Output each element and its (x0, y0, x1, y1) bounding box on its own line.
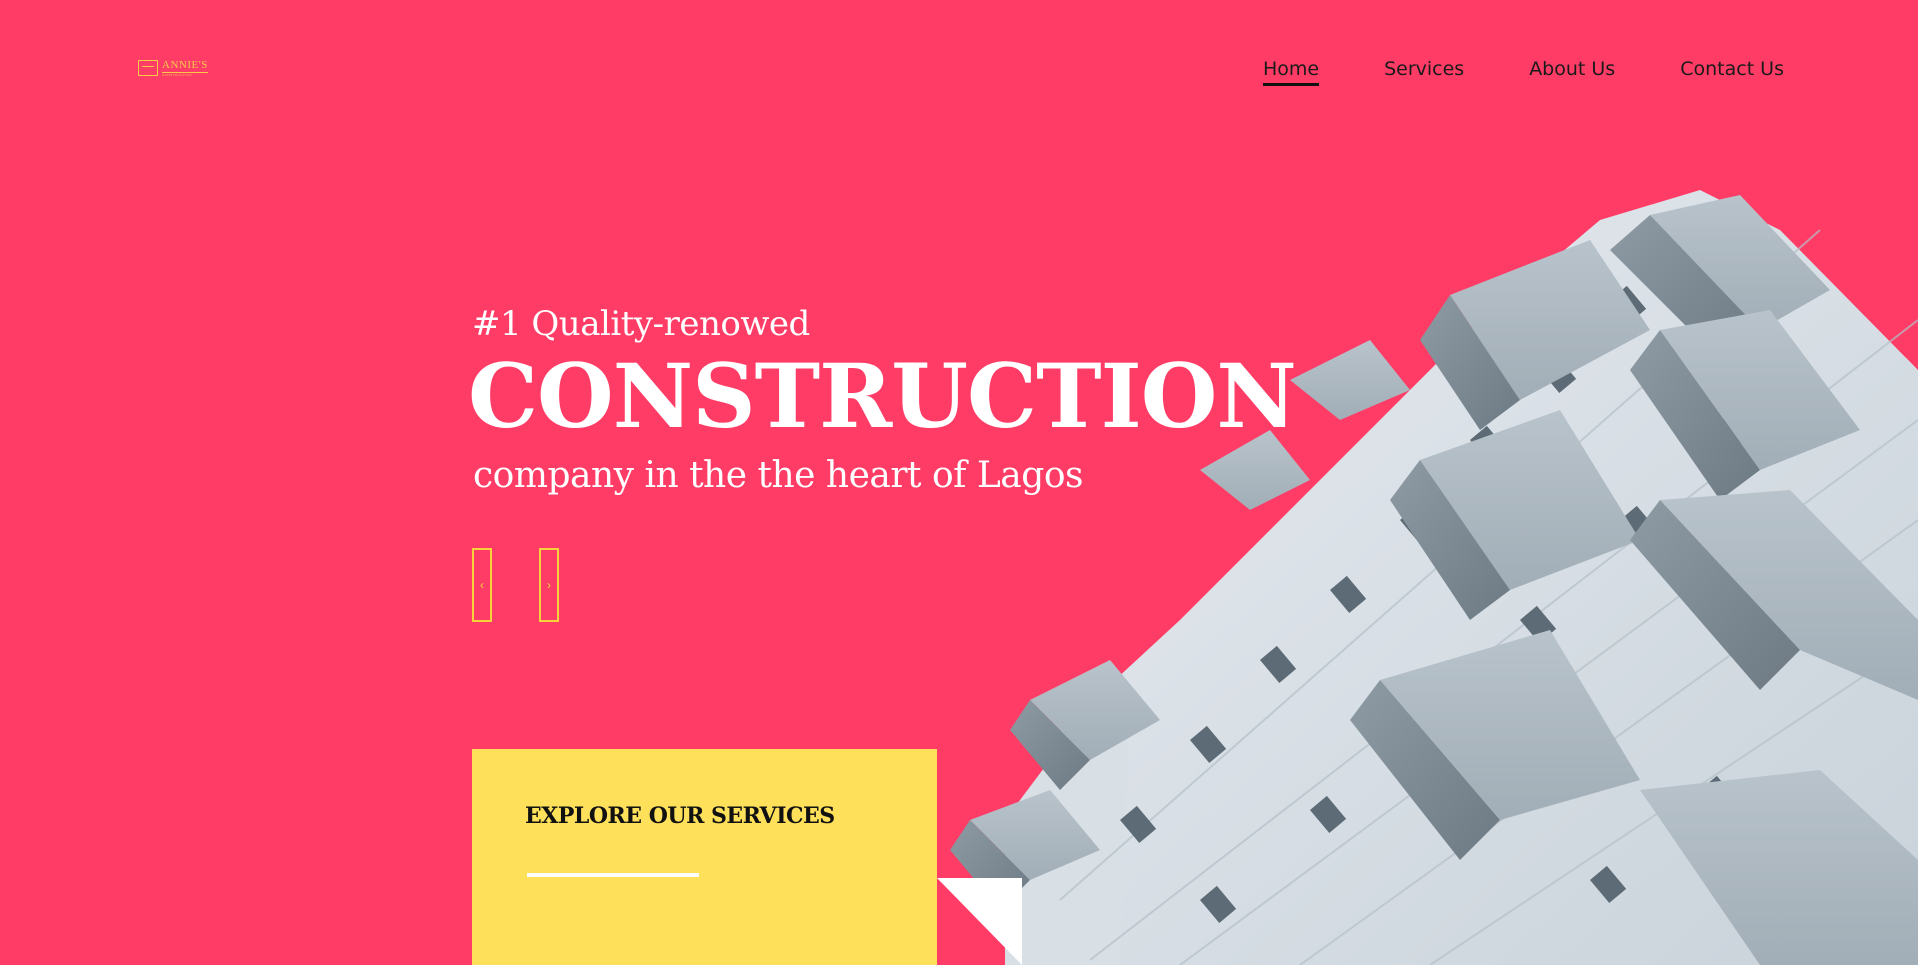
hero-title: CONSTRUCTION (468, 344, 1297, 448)
main-nav: Home Services About Us Contact Us (1262, 58, 1784, 86)
logo-tagline: CONSTRUCTION (162, 71, 208, 77)
logo-text: ANNIE'S CONSTRUCTION (162, 58, 208, 77)
logo-name: ANNIE'S (162, 58, 208, 71)
chevron-left-icon: ‹ (480, 578, 484, 592)
hero-subtitle: company in the the heart of Lagos (473, 455, 1083, 496)
nav-item-about-us[interactable]: About Us (1529, 58, 1615, 86)
slider-next-button[interactable]: › (539, 548, 559, 622)
nav-item-home[interactable]: Home (1262, 58, 1320, 86)
slider-prev-button[interactable]: ‹ (472, 548, 492, 622)
nav-item-contact-us[interactable]: Contact Us (1680, 58, 1784, 86)
logo-icon (138, 60, 158, 76)
page: ANNIE'S CONSTRUCTION Home Services About… (0, 0, 1918, 965)
explore-underline (527, 873, 699, 877)
explore-services-card[interactable]: EXPLORE OUR SERVICES (472, 749, 937, 965)
nav-item-services[interactable]: Services (1384, 58, 1464, 86)
hero-kicker: #1 Quality-renowed (472, 304, 810, 344)
chevron-right-icon: › (547, 578, 551, 592)
explore-services-label: EXPLORE OUR SERVICES (525, 803, 835, 829)
logo[interactable]: ANNIE'S CONSTRUCTION (138, 58, 208, 78)
